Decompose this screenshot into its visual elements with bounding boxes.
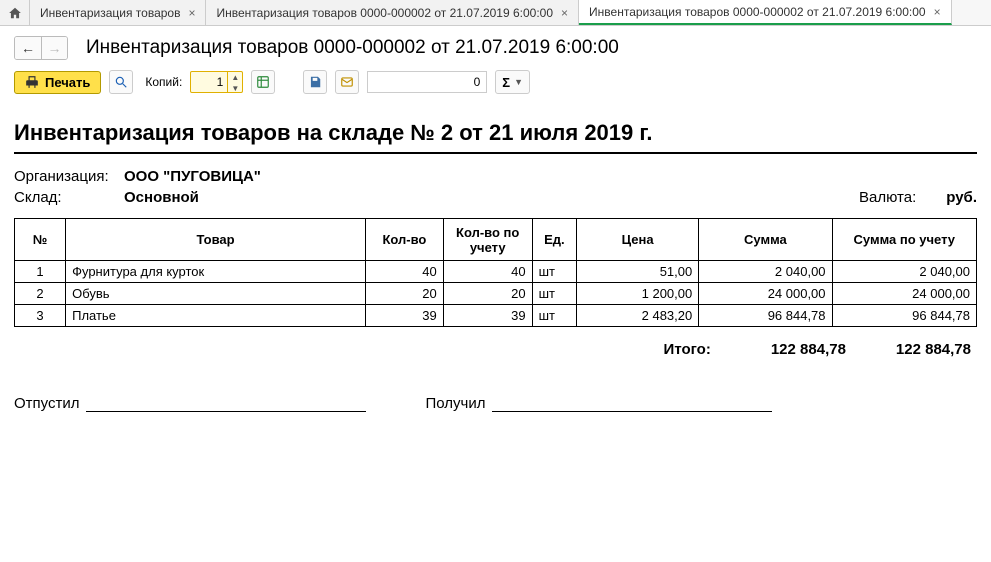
cell-unit: шт (532, 261, 576, 283)
chevron-down-icon: ▼ (514, 77, 523, 87)
signatures: Отпустил Получил (14, 394, 977, 412)
tab-3-active[interactable]: Инвентаризация товаров 0000-000002 от 21… (579, 0, 952, 25)
meta-org: Организация: ООО "ПУГОВИЦА" (14, 168, 977, 185)
items-table: № Товар Кол-во Кол-во по учету Ед. Цена … (14, 218, 977, 327)
print-button[interactable]: Печать (14, 71, 101, 94)
cell-qty: 20 (366, 283, 444, 305)
table-settings-button[interactable] (251, 70, 275, 94)
col-unit: Ед. (532, 219, 576, 261)
sum-dropdown[interactable]: Σ ▼ (495, 70, 530, 94)
cell-num: 1 (15, 261, 66, 283)
cell-item: Обувь (66, 283, 366, 305)
tab-label: Инвентаризация товаров 0000-000002 от 21… (216, 6, 553, 20)
spin-up-icon[interactable]: ▲ (228, 72, 242, 83)
home-icon (8, 6, 22, 20)
tab-label: Инвентаризация товаров 0000-000002 от 21… (589, 5, 926, 19)
home-tab[interactable] (0, 0, 30, 25)
mail-button[interactable] (335, 70, 359, 94)
envelope-icon (340, 75, 354, 89)
table-row: 2Обувь2020шт1 200,0024 000,0024 000,00 (15, 283, 977, 305)
close-icon[interactable]: × (934, 5, 941, 19)
printer-icon (25, 75, 39, 89)
col-num: № (15, 219, 66, 261)
back-button[interactable]: ← (15, 37, 41, 59)
cell-qty-acc: 40 (443, 261, 532, 283)
cell-num: 3 (15, 305, 66, 327)
org-label: Организация: (14, 168, 124, 185)
sign-sent: Отпустил (14, 394, 366, 412)
document-title: Инвентаризация товаров на складе № 2 от … (14, 120, 977, 154)
cell-num: 2 (15, 283, 66, 305)
copies-input[interactable] (191, 72, 227, 92)
currency-value: руб. (946, 189, 977, 206)
nav-arrows: ← → (14, 36, 68, 60)
cell-unit: шт (532, 305, 576, 327)
cell-sum: 96 844,78 (699, 305, 832, 327)
page-title: Инвентаризация товаров 0000-000002 от 21… (86, 37, 619, 59)
totals-sum: 122 884,78 (771, 341, 846, 358)
forward-button[interactable]: → (41, 37, 67, 59)
totals-row: Итого: 122 884,78 122 884,78 (14, 341, 977, 358)
wh-label: Склад: (14, 189, 124, 206)
sign-sent-line (86, 394, 366, 412)
magnifier-icon (114, 75, 128, 89)
close-icon[interactable]: × (188, 6, 195, 20)
cell-sum: 24 000,00 (699, 283, 832, 305)
wh-value: Основной (124, 189, 199, 206)
cell-sum-acc: 24 000,00 (832, 283, 976, 305)
col-item: Товар (66, 219, 366, 261)
preview-button[interactable] (109, 70, 133, 94)
document-preview: Инвентаризация товаров на складе № 2 от … (14, 112, 977, 420)
cell-qty: 40 (366, 261, 444, 283)
cell-item: Фурнитура для курток (66, 261, 366, 283)
spin-down-icon[interactable]: ▼ (228, 83, 242, 94)
cell-price: 51,00 (577, 261, 699, 283)
cell-sum: 2 040,00 (699, 261, 832, 283)
page-number-field[interactable] (367, 71, 487, 93)
sign-recv-line (492, 394, 772, 412)
col-sum-acc: Сумма по учету (832, 219, 976, 261)
meta-wh: Склад: Основной Валюта: руб. (14, 189, 977, 206)
cell-sum-acc: 96 844,78 (832, 305, 976, 327)
cell-qty-acc: 20 (443, 283, 532, 305)
cell-price: 1 200,00 (577, 283, 699, 305)
table-row: 3Платье3939шт2 483,2096 844,7896 844,78 (15, 305, 977, 327)
sign-recv: Получил (426, 394, 772, 412)
cell-item: Платье (66, 305, 366, 327)
tab-1[interactable]: Инвентаризация товаров × (30, 0, 206, 25)
cell-qty: 39 (366, 305, 444, 327)
cell-price: 2 483,20 (577, 305, 699, 327)
sign-sent-label: Отпустил (14, 395, 80, 412)
org-value: ООО "ПУГОВИЦА" (124, 168, 261, 185)
tab-label: Инвентаризация товаров (40, 6, 180, 20)
close-icon[interactable]: × (561, 6, 568, 20)
print-label: Печать (45, 75, 90, 90)
copies-stepper[interactable]: ▲ ▼ (190, 71, 243, 93)
col-qty: Кол-во (366, 219, 444, 261)
table-header-row: № Товар Кол-во Кол-во по учету Ед. Цена … (15, 219, 977, 261)
col-sum: Сумма (699, 219, 832, 261)
grid-icon (256, 75, 270, 89)
toolbar: Печать Копий: ▲ ▼ Σ ▼ (0, 66, 991, 104)
sign-recv-label: Получил (426, 395, 486, 412)
tab-bar: Инвентаризация товаров × Инвентаризация … (0, 0, 991, 26)
cell-unit: шт (532, 283, 576, 305)
tab-2[interactable]: Инвентаризация товаров 0000-000002 от 21… (206, 0, 579, 25)
cell-sum-acc: 2 040,00 (832, 261, 976, 283)
copies-label: Копий: (145, 75, 182, 89)
col-price: Цена (577, 219, 699, 261)
cell-qty-acc: 39 (443, 305, 532, 327)
sigma-icon: Σ (502, 75, 510, 90)
totals-sum-acc: 122 884,78 (896, 341, 971, 358)
currency-label: Валюта: (859, 189, 916, 206)
table-row: 1Фурнитура для курток4040шт51,002 040,00… (15, 261, 977, 283)
totals-label: Итого: (664, 341, 711, 358)
nav-row: ← → Инвентаризация товаров 0000-000002 о… (0, 26, 991, 66)
copies-spin[interactable]: ▲ ▼ (227, 72, 242, 92)
col-qty-acc: Кол-во по учету (443, 219, 532, 261)
floppy-icon (308, 75, 322, 89)
save-button[interactable] (303, 70, 327, 94)
